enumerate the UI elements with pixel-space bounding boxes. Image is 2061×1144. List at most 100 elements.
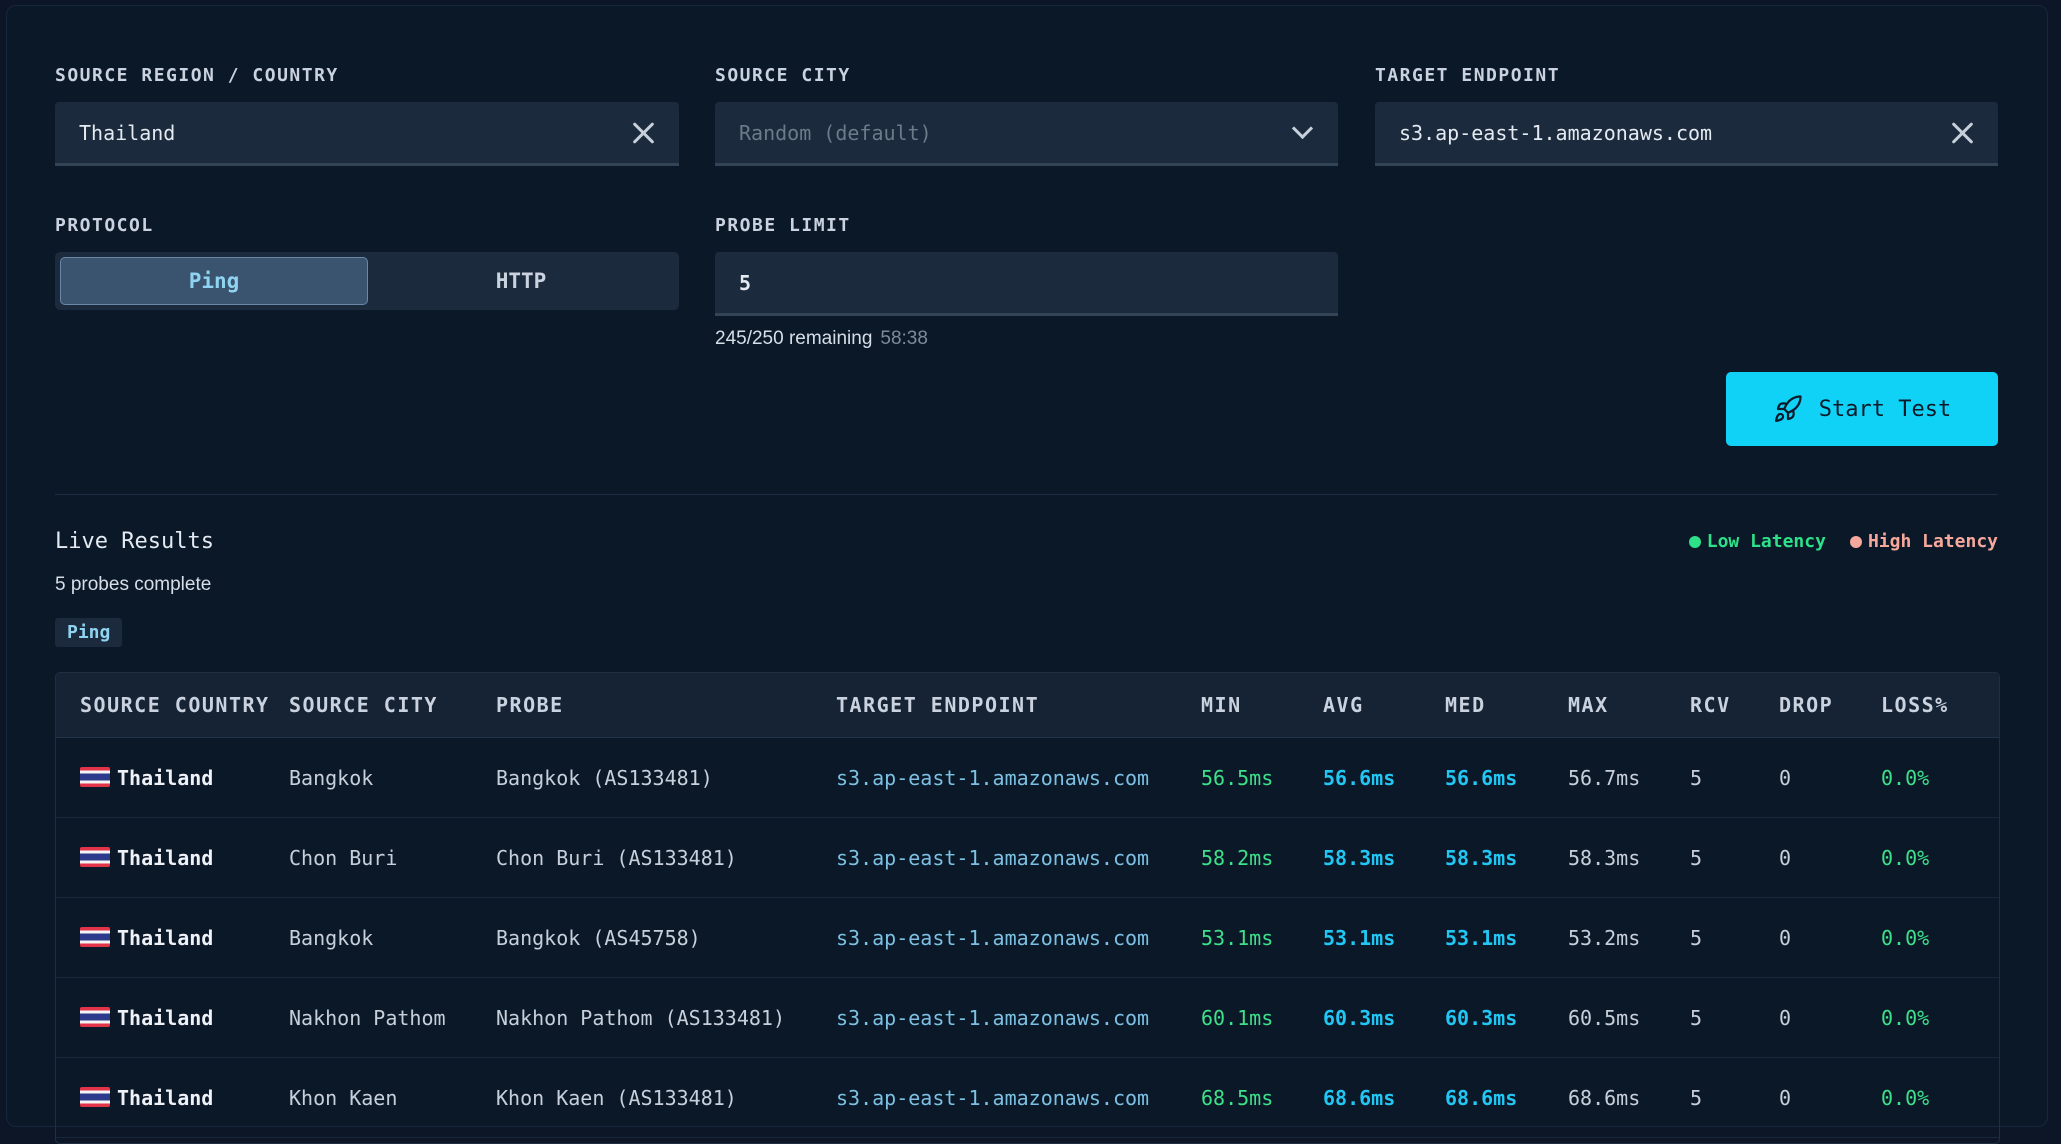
col-med[interactable]: MED	[1445, 673, 1568, 738]
cell-target: s3.ap-east-1.amazonaws.com	[836, 897, 1201, 978]
col-max[interactable]: MAX	[1568, 673, 1690, 738]
table-header-row: SOURCE COUNTRY SOURCE CITY PROBE TARGET …	[56, 673, 1999, 738]
cell-min: 56.5ms	[1201, 737, 1323, 818]
legend-high-latency-label: High Latency	[1867, 531, 1998, 552]
protocol-option-http[interactable]: HTTP	[368, 257, 674, 305]
cell-loss: 0.0%	[1881, 977, 1999, 1058]
clear-source-region-icon[interactable]	[631, 121, 655, 145]
cell-med: 58.3ms	[1445, 817, 1568, 898]
results-table: SOURCE COUNTRY SOURCE CITY PROBE TARGET …	[55, 672, 2000, 1144]
cell-probe: Bangkok (AS45758)	[496, 897, 836, 978]
probe-limit-value: 5	[739, 270, 752, 295]
cell-med: 60.3ms	[1445, 977, 1568, 1058]
thailand-flag-icon	[80, 1007, 110, 1027]
quota-remaining: 245/250 remaining	[715, 328, 873, 349]
table-row: Thailand Bangkok Bangkok (AS133481) s3.a…	[56, 737, 1999, 818]
target-endpoint-value: s3.ap-east-1.amazonaws.com	[1399, 120, 1713, 145]
cell-target: s3.ap-east-1.amazonaws.com	[836, 737, 1201, 818]
source-city-placeholder: Random (default)	[739, 120, 932, 145]
legend-high-latency: High Latency	[1849, 531, 1998, 552]
cell-loss: 0.0%	[1881, 1057, 1999, 1138]
quota-info: 245/250 remaining 58:38	[715, 328, 928, 350]
source-region-field[interactable]: Thailand	[55, 102, 679, 166]
cell-city: Nakhon Pathom	[289, 977, 496, 1058]
cell-drop: 0	[1779, 817, 1881, 898]
cell-probe: Nakhon Pathom (AS133481)	[496, 977, 836, 1058]
cell-avg: 68.6ms	[1323, 1057, 1445, 1138]
col-source-city[interactable]: SOURCE CITY	[289, 673, 496, 738]
thailand-flag-icon	[80, 847, 110, 867]
source-region-value: Thailand	[79, 120, 176, 145]
source-city-select[interactable]: Random (default)	[715, 102, 1338, 166]
protocol-option-ping[interactable]: Ping	[60, 257, 368, 305]
cell-country: Thailand	[117, 1085, 214, 1110]
thailand-flag-icon	[80, 1087, 110, 1107]
start-test-button[interactable]: Start Test	[1726, 372, 1998, 446]
probe-limit-label: PROBE LIMIT	[715, 215, 851, 236]
cell-country: Thailand	[117, 765, 214, 790]
probe-limit-input[interactable]: 5	[715, 252, 1338, 316]
cell-probe: Bangkok (AS133481)	[496, 737, 836, 818]
cell-med: 68.6ms	[1445, 1057, 1568, 1138]
cell-max: 56.7ms	[1568, 737, 1690, 818]
clear-target-endpoint-icon[interactable]	[1950, 121, 1974, 145]
table-row: Thailand Chon Buri Chon Buri (AS133481) …	[56, 817, 1999, 898]
cell-max: 60.5ms	[1568, 977, 1690, 1058]
cell-city: Bangkok	[289, 737, 496, 818]
target-endpoint-field[interactable]: s3.ap-east-1.amazonaws.com	[1375, 102, 1998, 166]
rocket-icon	[1774, 395, 1802, 422]
target-endpoint-label: TARGET ENDPOINT	[1375, 65, 1561, 86]
low-latency-dot-icon	[1688, 535, 1701, 548]
live-results-title: Live Results	[55, 529, 214, 554]
cell-target: s3.ap-east-1.amazonaws.com	[836, 977, 1201, 1058]
cell-rcv: 5	[1690, 1057, 1779, 1138]
quota-timer: 58:38	[880, 328, 928, 349]
col-loss[interactable]: LOSS%	[1881, 673, 1999, 738]
latency-legend: Low Latency High Latency	[1688, 531, 1998, 552]
col-target-endpoint[interactable]: TARGET ENDPOINT	[836, 673, 1201, 738]
cell-probe: Chon Buri (AS133481)	[496, 817, 836, 898]
section-divider	[55, 494, 1998, 495]
probes-complete-text: 5 probes complete	[55, 574, 212, 595]
start-test-label: Start Test	[1818, 396, 1952, 422]
cell-avg: 58.3ms	[1323, 817, 1445, 898]
cell-city: Bangkok	[289, 897, 496, 978]
cell-target: s3.ap-east-1.amazonaws.com	[836, 817, 1201, 898]
high-latency-dot-icon	[1849, 535, 1862, 548]
legend-low-latency-label: Low Latency	[1706, 531, 1826, 552]
cell-country: Thailand	[117, 845, 214, 870]
cell-avg: 60.3ms	[1323, 977, 1445, 1058]
col-rcv[interactable]: RCV	[1690, 673, 1779, 738]
thailand-flag-icon	[80, 767, 110, 787]
thailand-flag-icon	[80, 927, 110, 947]
cell-city: Khon Kaen	[289, 1057, 496, 1138]
cell-rcv: 5	[1690, 897, 1779, 978]
cell-avg: 56.6ms	[1323, 737, 1445, 818]
cell-loss: 0.0%	[1881, 897, 1999, 978]
cell-loss: 0.0%	[1881, 817, 1999, 898]
cell-country: Thailand	[117, 1005, 214, 1030]
cell-city: Chon Buri	[289, 817, 496, 898]
cell-max: 58.3ms	[1568, 817, 1690, 898]
chevron-down-icon	[1291, 117, 1314, 140]
cell-drop: 0	[1779, 897, 1881, 978]
col-drop[interactable]: DROP	[1779, 673, 1881, 738]
col-source-country[interactable]: SOURCE COUNTRY	[56, 673, 289, 738]
col-min[interactable]: MIN	[1201, 673, 1323, 738]
cell-rcv: 5	[1690, 737, 1779, 818]
table-row: Thailand Nakhon Pathom Nakhon Pathom (AS…	[56, 977, 1999, 1058]
table-row: Thailand Bangkok Bangkok (AS45758) s3.ap…	[56, 897, 1999, 978]
cell-rcv: 5	[1690, 817, 1779, 898]
legend-low-latency: Low Latency	[1688, 531, 1826, 552]
cell-max: 53.2ms	[1568, 897, 1690, 978]
source-city-label: SOURCE CITY	[715, 65, 851, 86]
cell-min: 58.2ms	[1201, 817, 1323, 898]
protocol-pill: Ping	[55, 618, 123, 647]
cell-probe: Khon Kaen (AS133481)	[496, 1057, 836, 1138]
col-avg[interactable]: AVG	[1323, 673, 1445, 738]
cell-min: 68.5ms	[1201, 1057, 1323, 1138]
cell-min: 53.1ms	[1201, 897, 1323, 978]
cell-rcv: 5	[1690, 977, 1779, 1058]
col-probe[interactable]: PROBE	[496, 673, 836, 738]
cell-drop: 0	[1779, 737, 1881, 818]
